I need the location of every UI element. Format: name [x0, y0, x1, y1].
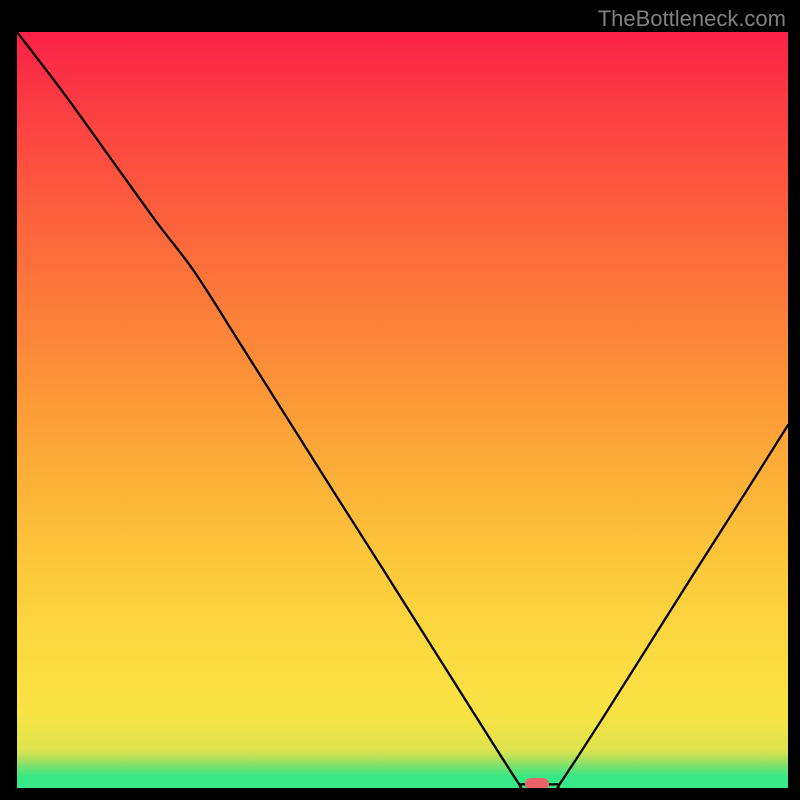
chart-container: TheBottleneck.com	[0, 0, 800, 800]
optimum-marker	[525, 778, 549, 788]
plot-area	[17, 32, 788, 788]
curve-plot	[17, 32, 788, 788]
attribution-text: TheBottleneck.com	[598, 6, 786, 32]
